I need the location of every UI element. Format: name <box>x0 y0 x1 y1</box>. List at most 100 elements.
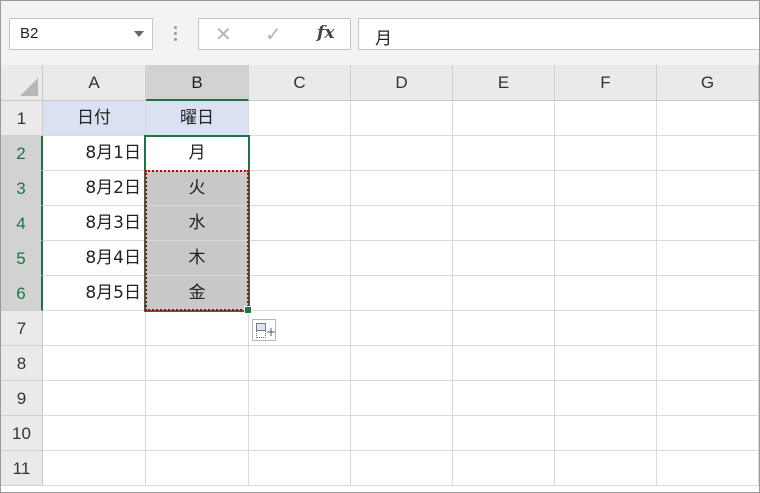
column-header-f[interactable]: F <box>555 65 657 101</box>
cell-a4[interactable]: 8月3日 <box>43 206 146 241</box>
column-header-b[interactable]: B <box>146 65 249 101</box>
cell-e4[interactable] <box>453 206 555 241</box>
cell-f6[interactable] <box>555 276 657 311</box>
cell-g6[interactable] <box>657 276 759 311</box>
cell-d2[interactable] <box>351 136 453 171</box>
row-header-3[interactable]: 3 <box>1 171 43 206</box>
cell-d5[interactable] <box>351 241 453 276</box>
cell-f10[interactable] <box>555 416 657 451</box>
cell-g8[interactable] <box>657 346 759 381</box>
cell-a10[interactable] <box>43 416 146 451</box>
cell-a1[interactable]: 日付 <box>43 101 146 136</box>
cell-d3[interactable] <box>351 171 453 206</box>
formula-bar-grip[interactable] <box>173 23 177 45</box>
column-header-a[interactable]: A <box>43 65 146 101</box>
column-header-c[interactable]: C <box>249 65 351 101</box>
enter-icon[interactable]: ✓ <box>265 22 282 46</box>
cell-b7[interactable] <box>146 311 249 346</box>
insert-function-icon[interactable]: fx <box>317 23 334 43</box>
cell-a7[interactable] <box>43 311 146 346</box>
auto-fill-options-icon[interactable]: + <box>252 319 276 341</box>
cell-g11[interactable] <box>657 451 759 486</box>
cell-g5[interactable] <box>657 241 759 276</box>
row-header-9[interactable]: 9 <box>1 381 43 416</box>
cell-a8[interactable] <box>43 346 146 381</box>
cell-f11[interactable] <box>555 451 657 486</box>
cell-a3[interactable]: 8月2日 <box>43 171 146 206</box>
row-header-8[interactable]: 8 <box>1 346 43 381</box>
cell-g1[interactable] <box>657 101 759 136</box>
cell-g10[interactable] <box>657 416 759 451</box>
cell-e10[interactable] <box>453 416 555 451</box>
cell-b9[interactable] <box>146 381 249 416</box>
cell-f2[interactable] <box>555 136 657 171</box>
cell-b10[interactable] <box>146 416 249 451</box>
cell-d8[interactable] <box>351 346 453 381</box>
column-header-g[interactable]: G <box>657 65 759 101</box>
cell-b1[interactable]: 曜日 <box>146 101 249 136</box>
cell-a11[interactable] <box>43 451 146 486</box>
cell-c3[interactable] <box>249 171 351 206</box>
cell-b11[interactable] <box>146 451 249 486</box>
cell-e2[interactable] <box>453 136 555 171</box>
cell-c8[interactable] <box>249 346 351 381</box>
cell-e3[interactable] <box>453 171 555 206</box>
row-header-11[interactable]: 11 <box>1 451 43 486</box>
cell-d4[interactable] <box>351 206 453 241</box>
formula-input[interactable]: 月 <box>358 18 759 50</box>
row-header-7[interactable]: 7 <box>1 311 43 346</box>
row-header-10[interactable]: 10 <box>1 416 43 451</box>
cell-e11[interactable] <box>453 451 555 486</box>
row-header-1[interactable]: 1 <box>1 101 43 136</box>
cell-c2[interactable] <box>249 136 351 171</box>
cell-e7[interactable] <box>453 311 555 346</box>
cell-c1[interactable] <box>249 101 351 136</box>
row-header-6[interactable]: 6 <box>1 276 43 311</box>
cell-b2[interactable]: 月 <box>146 136 249 171</box>
cell-c10[interactable] <box>249 416 351 451</box>
cell-e8[interactable] <box>453 346 555 381</box>
cell-g3[interactable] <box>657 171 759 206</box>
cell-d1[interactable] <box>351 101 453 136</box>
cell-d6[interactable] <box>351 276 453 311</box>
cell-c5[interactable] <box>249 241 351 276</box>
column-header-d[interactable]: D <box>351 65 453 101</box>
cell-c6[interactable] <box>249 276 351 311</box>
cell-f8[interactable] <box>555 346 657 381</box>
row-header-4[interactable]: 4 <box>1 206 43 241</box>
cell-a5[interactable]: 8月4日 <box>43 241 146 276</box>
row-header-5[interactable]: 5 <box>1 241 43 276</box>
fill-handle[interactable] <box>244 306 252 314</box>
cell-b5[interactable]: 木 <box>146 241 249 276</box>
cell-e1[interactable] <box>453 101 555 136</box>
cell-d7[interactable] <box>351 311 453 346</box>
cell-b6[interactable]: 金 <box>146 276 249 311</box>
chevron-down-icon[interactable] <box>134 31 144 37</box>
cell-d10[interactable] <box>351 416 453 451</box>
column-header-e[interactable]: E <box>453 65 555 101</box>
cell-a6[interactable]: 8月5日 <box>43 276 146 311</box>
cell-g7[interactable] <box>657 311 759 346</box>
cell-f5[interactable] <box>555 241 657 276</box>
name-box[interactable]: B2 <box>9 18 153 50</box>
cell-b8[interactable] <box>146 346 249 381</box>
cancel-icon[interactable]: ✕ <box>215 22 232 46</box>
cell-f4[interactable] <box>555 206 657 241</box>
cell-d11[interactable] <box>351 451 453 486</box>
cell-g4[interactable] <box>657 206 759 241</box>
cell-b4[interactable]: 水 <box>146 206 249 241</box>
cell-c4[interactable] <box>249 206 351 241</box>
cell-f1[interactable] <box>555 101 657 136</box>
cell-c11[interactable] <box>249 451 351 486</box>
cell-e6[interactable] <box>453 276 555 311</box>
cell-d9[interactable] <box>351 381 453 416</box>
cell-f7[interactable] <box>555 311 657 346</box>
select-all-button[interactable] <box>1 65 43 101</box>
row-header-2[interactable]: 2 <box>1 136 43 171</box>
cell-b3[interactable]: 火 <box>146 171 249 206</box>
cell-g9[interactable] <box>657 381 759 416</box>
cell-g2[interactable] <box>657 136 759 171</box>
cell-a2[interactable]: 8月1日 <box>43 136 146 171</box>
cell-a9[interactable] <box>43 381 146 416</box>
cell-f9[interactable] <box>555 381 657 416</box>
